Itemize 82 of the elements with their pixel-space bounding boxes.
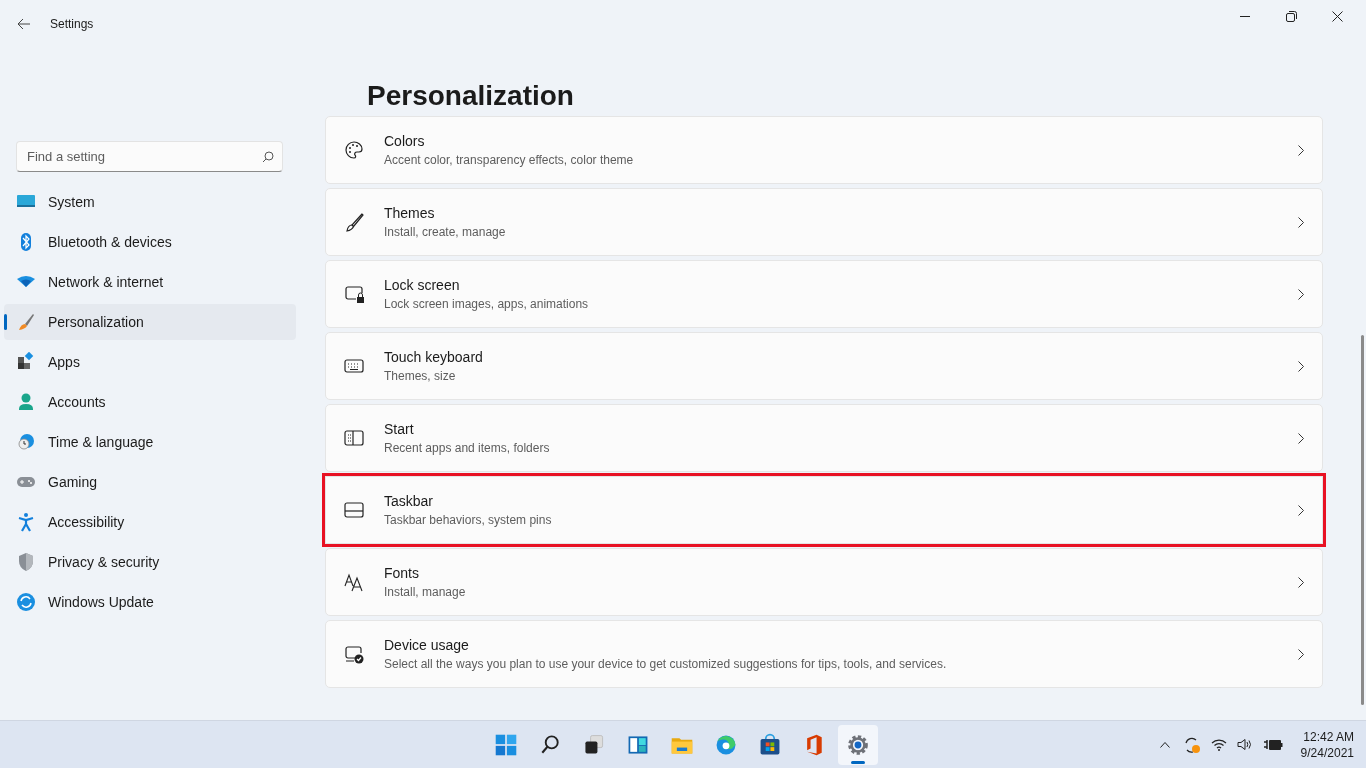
settings-card[interactable]: Taskbar Taskbar behaviors, system pins [325,476,1323,544]
sidebar-item[interactable]: Apps [4,344,296,380]
sidebar-item[interactable]: Time & language [4,424,296,460]
chevron-right-icon [1298,144,1304,156]
restore-icon [1285,10,1297,22]
settings-card[interactable]: Touch keyboard Themes, size [325,332,1323,400]
nav-icon [16,392,36,412]
sidebar-item[interactable]: Network & internet [4,264,296,300]
active-indicator [851,761,865,764]
browser-icon [714,733,738,757]
sidebar-item[interactable]: System [4,184,296,220]
card-icon [344,140,366,160]
sidebar-item[interactable]: Bluetooth & devices [4,224,296,260]
settings-card[interactable]: Device usage Select all the ways you plan to use your device to get customized suggestions for tips, tools, and services. [325,620,1323,688]
chevron-right-icon [1298,288,1304,300]
card-icon [344,428,366,448]
settings-card[interactable]: Lock screen Lock screen images, apps, animations [325,260,1323,328]
search-icon [262,151,274,163]
close-icon [1331,10,1343,22]
card-subtitle: Lock screen images, apps, animations [384,297,590,311]
page-title: Personalization [367,79,575,113]
card-subtitle: Select all the ways you plan to use your device to get customized suggestions for tips, tools, and services. [384,657,948,671]
sidebar-item[interactable]: Privacy & security [4,544,296,580]
nav-icon [16,352,36,372]
sync-icon [1182,735,1201,754]
nav-icon [16,512,36,532]
chevron-right-icon [1298,504,1304,516]
card-icon [344,284,366,304]
chevron-right-icon [1298,360,1304,372]
gear-icon [846,733,870,757]
chevron-up-icon [1159,741,1170,748]
chevron-right-icon [1298,648,1304,660]
sidebar-item[interactable]: Gaming [4,464,296,500]
card-title: Lock screen [384,277,461,293]
clock-time: 12:42 AM [1303,728,1354,745]
card-title: Device usage [384,637,470,653]
card-title: Taskbar [384,493,435,509]
nav-icon [16,312,36,332]
selection-indicator [4,314,7,330]
task-view-icon [582,733,606,757]
sidebar-item[interactable]: Personalization [4,304,296,340]
card-subtitle: Install, create, manage [384,225,507,239]
nav-icon [16,552,36,572]
card-subtitle: Themes, size [384,369,457,383]
card-subtitle: Accent color, transparency effects, color theme [384,153,635,167]
sidebar-item[interactable]: Windows Update [4,584,296,620]
chevron-right-icon [1298,576,1304,588]
back-arrow-icon [17,18,31,30]
search-field[interactable]: Find a setting [16,141,283,172]
nav-icon [16,432,36,452]
clock-date: 9/24/2021 [1300,744,1354,761]
settings-card[interactable]: Fonts Install, manage [325,548,1323,616]
wifi-icon [1210,738,1227,751]
chevron-right-icon [1298,432,1304,444]
card-title: Start [384,421,415,437]
settings-card[interactable]: Themes Install, create, manage [325,188,1323,256]
window-title: Settings [50,17,94,31]
settings-card[interactable]: Colors Accent color, transparency effects, color theme [325,116,1323,184]
minimize-icon [1240,15,1250,17]
scrollbar[interactable] [1361,335,1364,705]
nav-icon [16,592,36,612]
sidebar-item[interactable]: Accounts [4,384,296,420]
card-title: Themes [384,205,436,221]
chevron-right-icon [1298,216,1304,228]
card-title: Touch keyboard [384,349,484,365]
card-subtitle: Recent apps and items, folders [384,441,551,455]
start-icon [494,733,518,757]
card-icon [344,500,366,520]
card-title: Fonts [384,565,420,581]
card-icon [344,644,366,664]
card-title: Colors [384,133,426,149]
volume-icon [1236,738,1253,751]
card-icon [344,356,366,376]
store-icon [758,733,782,757]
sidebar-item[interactable]: Accessibility [4,504,296,540]
card-icon [344,212,366,232]
card-subtitle: Install, manage [384,585,467,599]
battery-icon [1262,737,1283,752]
clock[interactable]: 12:42 AM 9/24/2021 [1300,728,1354,761]
card-subtitle: Taskbar behaviors, system pins [384,513,553,527]
widgets-icon [626,733,650,757]
settings-card[interactable]: Start Recent apps and items, folders [325,404,1323,472]
